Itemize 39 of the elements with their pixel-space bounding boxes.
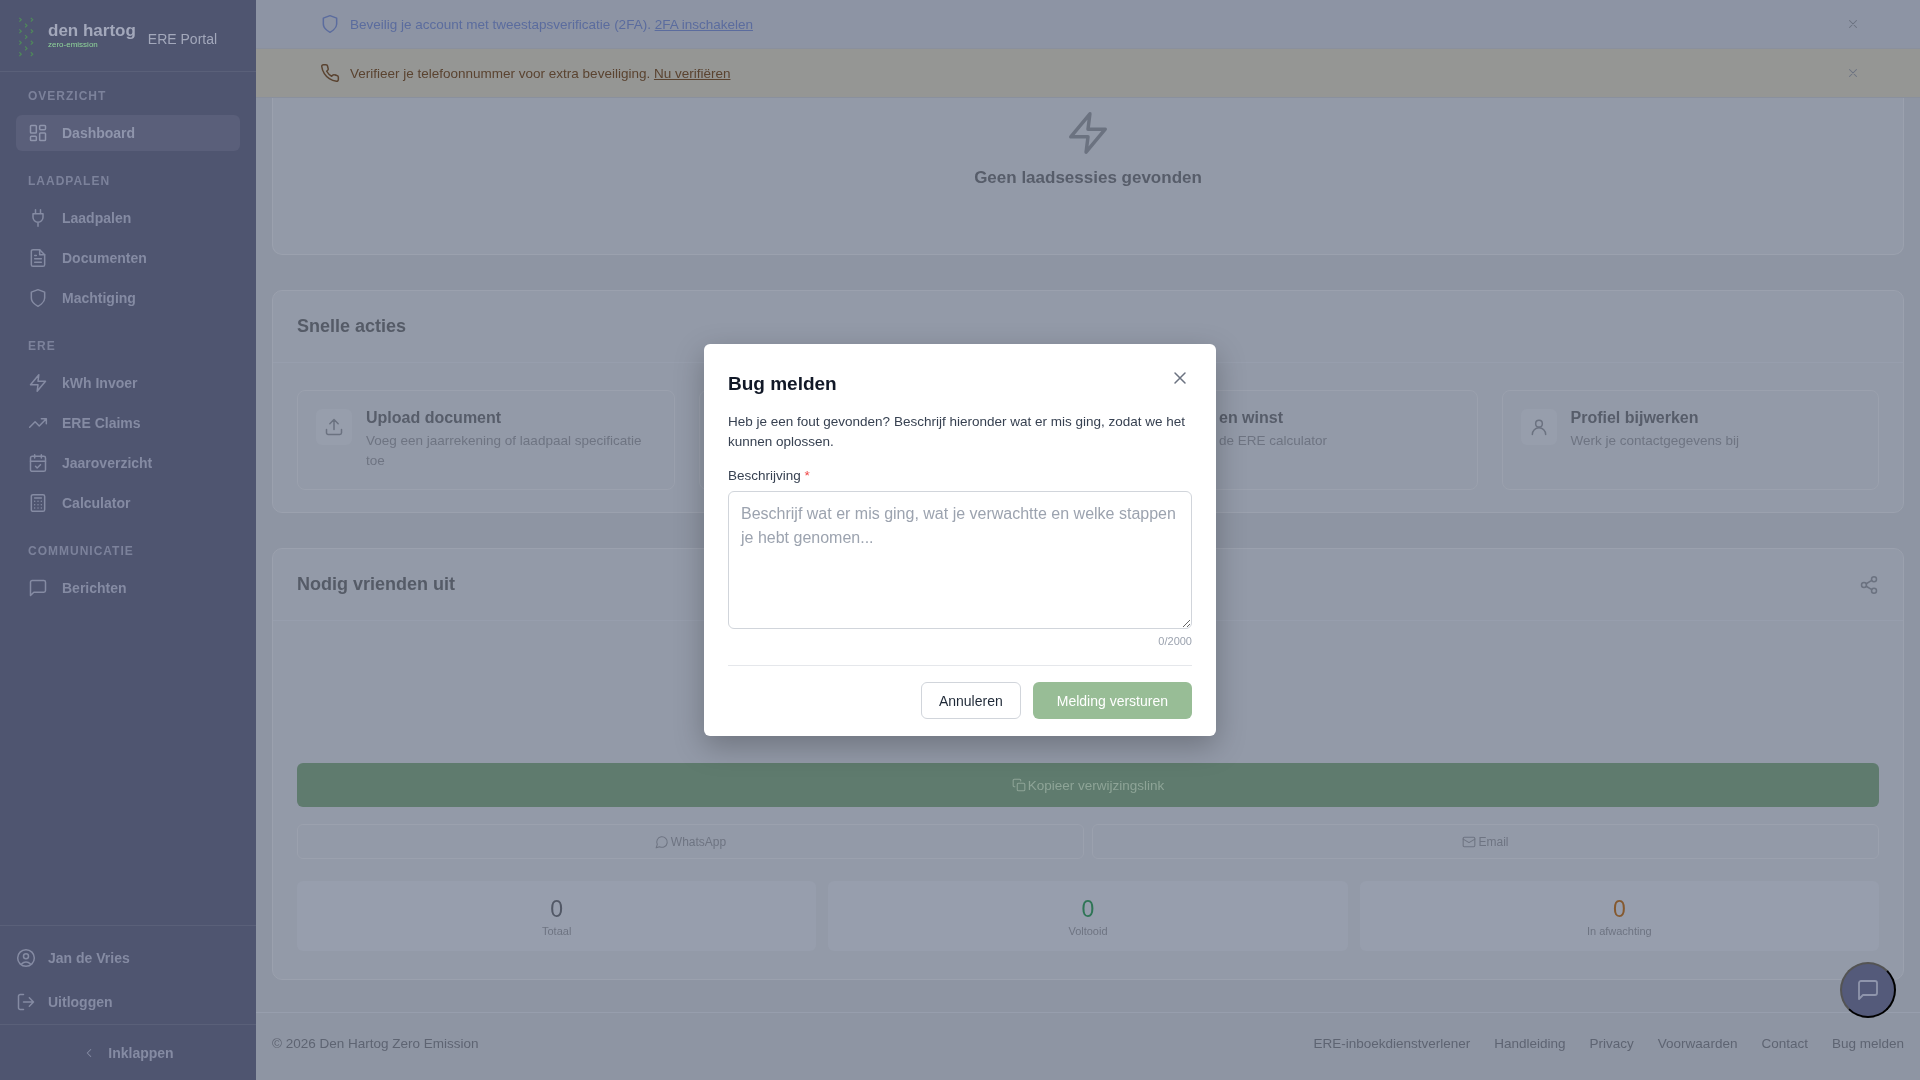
share-icon bbox=[1859, 574, 1879, 595]
logout-icon bbox=[16, 992, 36, 1012]
chat-icon bbox=[28, 578, 48, 598]
stat-value: 0 bbox=[1081, 895, 1095, 923]
stat-value: 0 bbox=[550, 895, 564, 923]
user-icon bbox=[16, 948, 36, 968]
action-title: en winst bbox=[1219, 409, 1284, 427]
cancel-button[interactable]: Annuleren bbox=[920, 682, 1021, 719]
dashboard-icon bbox=[28, 123, 48, 143]
banner-link[interactable]: Nu verifiëren bbox=[653, 65, 731, 81]
document-icon bbox=[28, 248, 48, 268]
action-title: Profiel bijwerken bbox=[1570, 409, 1700, 427]
banner-text: Verifieer je telefoonnummer voor extra beveiliging. Nu verifiëren bbox=[350, 65, 731, 81]
action-title: Upload document bbox=[366, 409, 503, 427]
brand-name: den hartog bbox=[48, 22, 136, 40]
shield-icon bbox=[320, 14, 340, 34]
lightning-icon bbox=[28, 373, 48, 393]
submit-button[interactable]: Melding versturen bbox=[1032, 682, 1192, 719]
brand-tagline: zero-emission bbox=[48, 40, 99, 49]
empty-state-text: Geen laadsessies gevonden bbox=[974, 168, 1202, 188]
chat-icon bbox=[1856, 978, 1880, 1002]
copy-icon bbox=[1011, 778, 1026, 792]
shield-icon bbox=[28, 288, 48, 308]
field-label: Beschrijving * bbox=[728, 468, 811, 483]
dialog-title: Bug melden bbox=[728, 373, 837, 395]
calendar-icon bbox=[28, 453, 48, 473]
description-field[interactable]: Beschrijf wat er mis ging, wat je verwachtte en welke stappen je hebt genomen... bbox=[728, 491, 1192, 629]
upload-glyph-icon bbox=[324, 417, 344, 437]
close-icon bbox=[1846, 66, 1860, 80]
stat-value: 0 bbox=[1612, 895, 1626, 923]
phone-icon bbox=[320, 63, 340, 83]
calculator-icon bbox=[28, 493, 48, 513]
chat-bubble-icon bbox=[654, 834, 669, 849]
card-title: Snelle acties bbox=[297, 316, 407, 337]
mail-icon bbox=[1462, 834, 1477, 849]
product-name: ERE Portal bbox=[147, 30, 218, 47]
card-title: Nodig vrienden uit bbox=[297, 574, 455, 595]
close-icon bbox=[1846, 17, 1860, 31]
character-counter: 0/2000 bbox=[1157, 635, 1192, 647]
